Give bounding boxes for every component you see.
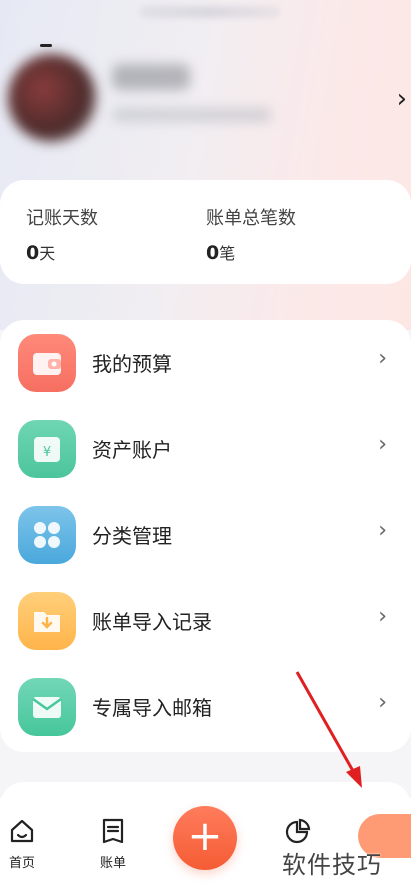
annotation-arrow-icon [295, 671, 362, 788]
watermark-text: 软件技巧 [282, 851, 382, 879]
